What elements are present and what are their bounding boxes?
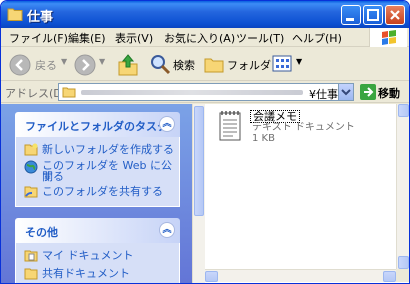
publish-web-icon [24,160,38,174]
minimize-icon [346,18,354,21]
collapse-icon[interactable]: ︽ [159,222,175,238]
task-pane: ファイルとフォルダのタスク ︽ 新しいフォルダを作成する このフォルダを Web… [1,104,192,283]
my-documents-icon [24,250,38,262]
file-size: 1 KB [252,133,275,144]
file-type: テキスト ドキュメント [252,122,355,133]
close-button[interactable] [385,5,405,25]
view-dropdown-icon[interactable]: ▼ [296,57,302,66]
address-dropdown-button[interactable] [338,84,353,100]
back-icon[interactable] [9,54,31,76]
menu-favorites[interactable]: お気に入り(A) [164,30,235,46]
back-label[interactable]: 戻る [35,57,57,73]
windows-flag-icon [382,30,396,45]
file-list: 会議メモ テキスト ドキュメント 1 KB [205,104,409,283]
forward-icon[interactable] [74,54,96,76]
window-title: 仕事 [27,10,54,25]
size-grip[interactable] [396,269,409,282]
task-share-folder[interactable]: このフォルダを共有する [42,186,163,197]
folder-icon [7,8,23,21]
other-places-title: その他 [25,226,58,239]
up-folder-icon[interactable] [117,53,139,77]
task-publish-web-cont[interactable]: する [42,171,64,182]
place-shared-documents[interactable]: 共有ドキュメント [42,268,130,279]
scroll-up-button[interactable] [398,104,409,117]
task-header-title: ファイルとフォルダのタスク [25,120,168,133]
shared-documents-icon [24,268,38,280]
search-icon[interactable] [149,53,171,75]
menu-view[interactable]: 表示(V) [115,30,153,46]
windows-logo [369,28,407,47]
scrollbar-thumb[interactable] [194,106,204,216]
other-places-list: マイ ドキュメント 共有ドキュメント [15,243,180,283]
search-label[interactable]: 検索 [173,57,195,73]
menu-tools[interactable]: ツール(T) [236,30,284,46]
go-arrow-icon [360,84,376,100]
new-folder-icon [24,143,38,156]
text-document-icon [219,111,241,141]
collapse-icon[interactable]: ︽ [159,116,175,132]
other-places-header[interactable]: その他 ︽ [15,218,180,243]
explorer-window: 仕事 ファイル(F) 編集(E) 表示(V) お気に入り(A) ツール(T) ヘ… [0,0,410,284]
folders-label[interactable]: フォルダ [227,57,271,73]
address-label: アドレス(D) [5,87,67,100]
maximize-button[interactable] [363,5,383,25]
scroll-left-button[interactable] [205,271,218,282]
maximize-icon [367,9,379,21]
file-list-hscroll[interactable] [205,269,396,282]
view-icon[interactable] [272,54,294,74]
task-pane-scrollbar[interactable] [192,104,205,283]
close-icon [390,10,400,20]
scroll-right-button[interactable] [383,271,396,282]
address-input[interactable]: ¥仕事 [58,83,354,101]
menu-edit[interactable]: 編集(E) [68,30,106,46]
folder-icon [62,87,76,98]
toolbar: 戻る ▼ ▼ 検索 フォルダ ▼ [1,47,409,81]
menu-file[interactable]: ファイル(F) [9,30,68,46]
share-folder-icon [24,186,38,198]
folders-icon[interactable] [204,54,224,74]
address-value: ¥仕事 [309,88,338,101]
place-my-documents[interactable]: マイ ドキュメント [42,250,134,261]
forward-dropdown-icon[interactable]: ▼ [99,57,105,66]
chevron-down-icon [341,89,351,96]
task-list: 新しいフォルダを作成する このフォルダを Web に公開 する このフォルダを共… [15,137,180,207]
go-button[interactable]: 移動 [359,84,407,100]
file-list-vscroll[interactable] [396,104,409,282]
go-label: 移動 [378,87,400,100]
task-header[interactable]: ファイルとフォルダのタスク ︽ [15,112,180,137]
menu-bar: ファイル(F) 編集(E) 表示(V) お気に入り(A) ツール(T) ヘルプ(… [1,28,409,47]
address-path-redacted [81,90,303,95]
scroll-down-button[interactable] [398,256,409,269]
title-bar[interactable]: 仕事 [1,1,409,28]
menu-help[interactable]: ヘルプ(H) [292,30,342,46]
minimize-button[interactable] [341,5,361,25]
back-dropdown-icon[interactable]: ▼ [61,57,67,66]
address-bar: アドレス(D) ¥仕事 移動 [1,81,409,103]
task-new-folder[interactable]: 新しいフォルダを作成する [42,144,174,155]
